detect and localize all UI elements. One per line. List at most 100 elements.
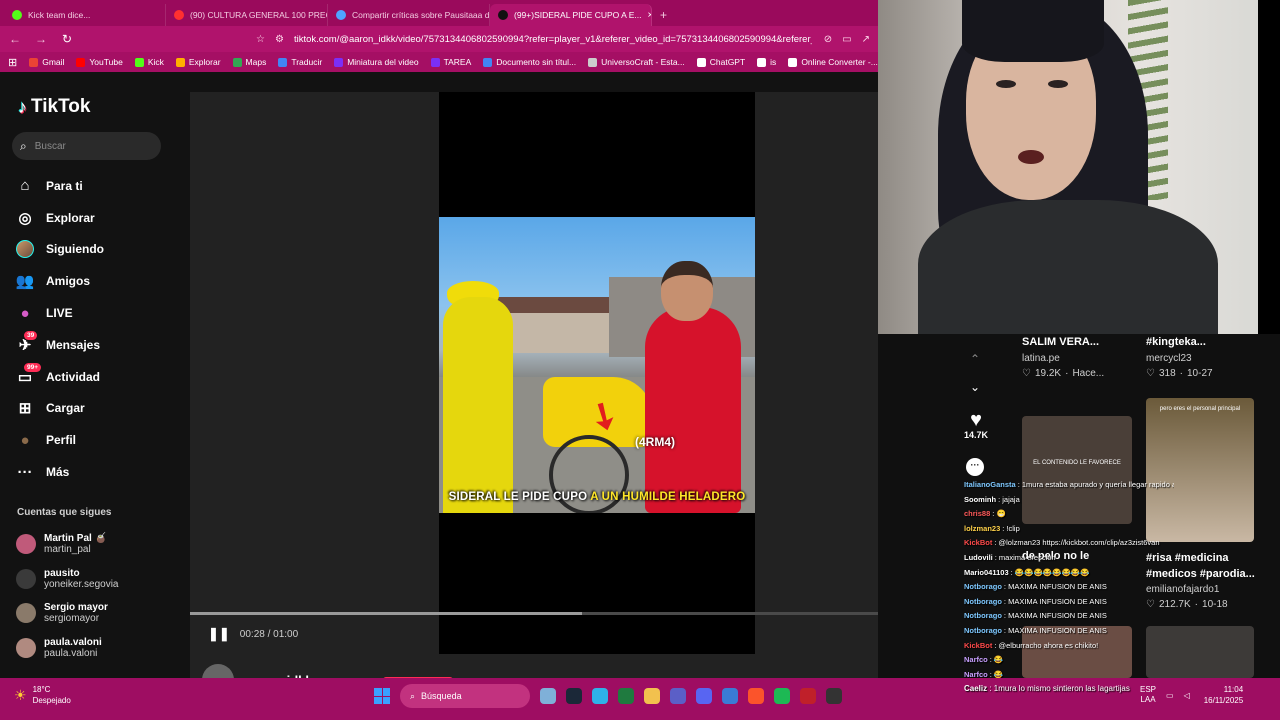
reload-icon[interactable]: ↻	[60, 32, 74, 46]
sidebar-nav: ⌂ Para ti ◎ Explorar Siguiendo 👥 Amigos ● LIVE ✈ 3…	[16, 170, 176, 488]
sidebar-item-label: Para ti	[46, 178, 83, 193]
excel-icon[interactable]	[618, 688, 634, 704]
bookmark-item[interactable]: Traducir	[278, 57, 322, 67]
author-avatar[interactable]	[202, 664, 234, 678]
stream-chat: ItalianoGansta: 1mura estaba apurado y q…	[964, 480, 1174, 678]
bookmark-item[interactable]: ChatGPT	[696, 57, 745, 67]
bookmark-item[interactable]: is	[757, 57, 776, 67]
steam-icon[interactable]	[566, 688, 582, 704]
chevron-down-icon[interactable]: ⌄	[970, 380, 980, 394]
obs-icon[interactable]	[826, 688, 842, 704]
network-icon[interactable]: ▭	[1166, 691, 1174, 700]
url-field[interactable]: ☆ ⚙ tiktok.com/@aaron_idkk/video/7573134…	[86, 34, 812, 45]
heart-icon[interactable]: ♥	[962, 410, 990, 430]
chat-message: : MAXIMA INFUSION DE ANIS	[1003, 611, 1107, 621]
chat-line: Ludovili: maxima ereccion	[964, 553, 1174, 568]
profile-icon: ●	[20, 431, 30, 449]
browser-tab[interactable]: (90) CULTURA GENERAL 100 PREGU...	[166, 4, 328, 26]
edge-icon[interactable]	[592, 688, 608, 704]
weather-temp: 18°C	[32, 685, 51, 694]
bookmark-item[interactable]: Documento sin títul...	[483, 57, 576, 67]
tiktok-page: ♪ TikTok ⌕ Buscar ⌂ Para ti ◎ Explorar Sigui…	[0, 72, 878, 678]
following-handle: yoneiker.segovia	[44, 578, 119, 590]
card-author[interactable]: mercycl23	[1146, 353, 1192, 364]
language-indicator[interactable]: ESP LAA	[1140, 685, 1156, 705]
bookmark-item[interactable]: Gmail	[29, 57, 64, 67]
reader-icon[interactable]: ⊘	[824, 34, 832, 45]
browser-tab[interactable]: Compartir críticas sobre Pausitaaa de...	[328, 4, 490, 26]
record-icon[interactable]	[800, 688, 816, 704]
like-action[interactable]: ♥ 14.7K	[962, 410, 990, 440]
browser-tab[interactable]: Kick team dice...	[4, 4, 166, 26]
discord-icon[interactable]	[696, 688, 712, 704]
spotify-icon[interactable]	[774, 688, 790, 704]
site-info-icon[interactable]: ⚙	[275, 34, 284, 45]
browser-tab[interactable]: (99+)SIDERAL PIDE CUPO A E...×	[490, 4, 652, 26]
bookmark-item[interactable]: Kick	[134, 57, 164, 67]
sidebar-item-mensajes[interactable]: ✈ 39 Mensajes	[16, 329, 176, 361]
sidebar-item-explorar[interactable]: ◎ Explorar	[16, 202, 176, 234]
bookmark-star-icon[interactable]: ☆	[256, 34, 265, 45]
sidebar-item-live[interactable]: ● LIVE	[16, 297, 176, 329]
bookmark-item[interactable]: TAREA	[430, 57, 471, 67]
taskbar-search[interactable]: ⌕ Búsqueda	[400, 684, 530, 708]
following-name: pausito	[44, 567, 80, 579]
sidebar-item-más[interactable]: ··· Más	[16, 456, 176, 488]
sidebar-item-label: LIVE	[46, 306, 73, 321]
bookmark-item[interactable]: Explorar	[175, 57, 221, 67]
sidebar: ♪ TikTok ⌕ Buscar ⌂ Para ti ◎ Explorar Sigui…	[0, 72, 180, 678]
share-icon[interactable]: ↗	[862, 34, 870, 45]
card-author[interactable]: latina.pe	[1022, 353, 1060, 364]
cast-icon[interactable]: ▭	[842, 34, 851, 45]
chat-line: ItalianoGansta: 1mura estaba apurado y q…	[964, 480, 1174, 495]
sidebar-item-actividad[interactable]: ▭ 99+ Actividad	[16, 361, 176, 393]
related-videos-panel: SALIM VERA... latina.pe ♡ 19.2K · Hace..…	[878, 334, 1280, 678]
tiktok-logo[interactable]: ♪ TikTok	[18, 96, 90, 118]
card-date: 10-27	[1187, 368, 1213, 379]
chat-message: : MAXIMA INFUSION DE ANIS	[1003, 625, 1107, 635]
forward-icon[interactable]: →	[34, 32, 48, 46]
sidebar-item-amigos[interactable]: 👥 Amigos	[16, 265, 176, 297]
speaker-icon[interactable]: ◁	[1184, 691, 1190, 700]
caption-part1: SIDERAL LE PIDE CUPO	[448, 491, 588, 503]
taskbar-apps: ⌕ Búsqueda	[374, 684, 842, 708]
tab-title: Compartir críticas sobre Pausitaaa de...	[352, 10, 490, 20]
sidebar-item-siguiendo[interactable]: Siguiendo	[16, 234, 176, 266]
following-item[interactable]: Sergio mayor sergiomayor	[16, 596, 176, 631]
following-names: pausito yoneiker.segovia	[44, 568, 119, 590]
bookmark-item[interactable]: Miniatura del video	[334, 57, 419, 67]
new-tab-icon[interactable]: +	[652, 4, 675, 26]
back-icon[interactable]: ←	[8, 32, 22, 46]
sidebar-item-para-ti[interactable]: ⌂ Para ti	[16, 170, 176, 202]
video-progress-bar[interactable]	[190, 612, 878, 615]
bookmark-label: Kick	[147, 57, 164, 67]
sidebar-item-cargar[interactable]: ⊞ Cargar	[16, 393, 176, 425]
comment-icon[interactable]: ···	[966, 458, 984, 476]
mail-icon[interactable]	[722, 688, 738, 704]
clock[interactable]: 11:04 16/11/2025	[1204, 684, 1243, 706]
bookmark-item[interactable]: YouTube	[76, 57, 123, 67]
video-stage: ➘ (4RM4) SIDERAL LE PIDE CUPO A UN HUMIL…	[190, 92, 878, 678]
file-explorer-icon[interactable]	[540, 688, 556, 704]
following-item[interactable]: pausito yoneiker.segovia	[16, 562, 176, 597]
following-item[interactable]: paula.valoni paula.valoni	[16, 631, 176, 666]
following-item[interactable]: Martin Pal 🧉 martin_pal	[16, 527, 176, 562]
bookmark-item[interactable]: UniversoCraft - Esta...	[588, 57, 685, 67]
teams-icon[interactable]	[670, 688, 686, 704]
card-title[interactable]: SALIM VERA...	[1022, 336, 1099, 348]
apps-grid-icon[interactable]: ⊞	[8, 56, 17, 69]
chevron-up-icon[interactable]: ⌃	[970, 352, 980, 366]
windows-start-icon[interactable]	[374, 688, 390, 704]
browser-address-bar: ← → ↻ ☆ ⚙ tiktok.com/@aaron_idkk/video/7…	[0, 26, 878, 52]
bookmark-item[interactable]: Online Converter -...	[788, 57, 878, 67]
weather-widget[interactable]: ☀ 18°C Despejado	[14, 684, 71, 706]
bookmark-item[interactable]: Maps	[232, 57, 266, 67]
brave-icon[interactable]	[748, 688, 764, 704]
pause-icon[interactable]: ❚❚	[208, 626, 230, 642]
sidebar-item-perfil[interactable]: ● Perfil	[16, 424, 176, 456]
search-input[interactable]: ⌕ Buscar	[12, 132, 161, 160]
bookmark-label: Documento sin títul...	[496, 57, 577, 67]
card-title[interactable]: #kingteka...	[1146, 336, 1206, 348]
folder-icon[interactable]	[644, 688, 660, 704]
video-player[interactable]: ➘ (4RM4) SIDERAL LE PIDE CUPO A UN HUMIL…	[439, 217, 755, 513]
